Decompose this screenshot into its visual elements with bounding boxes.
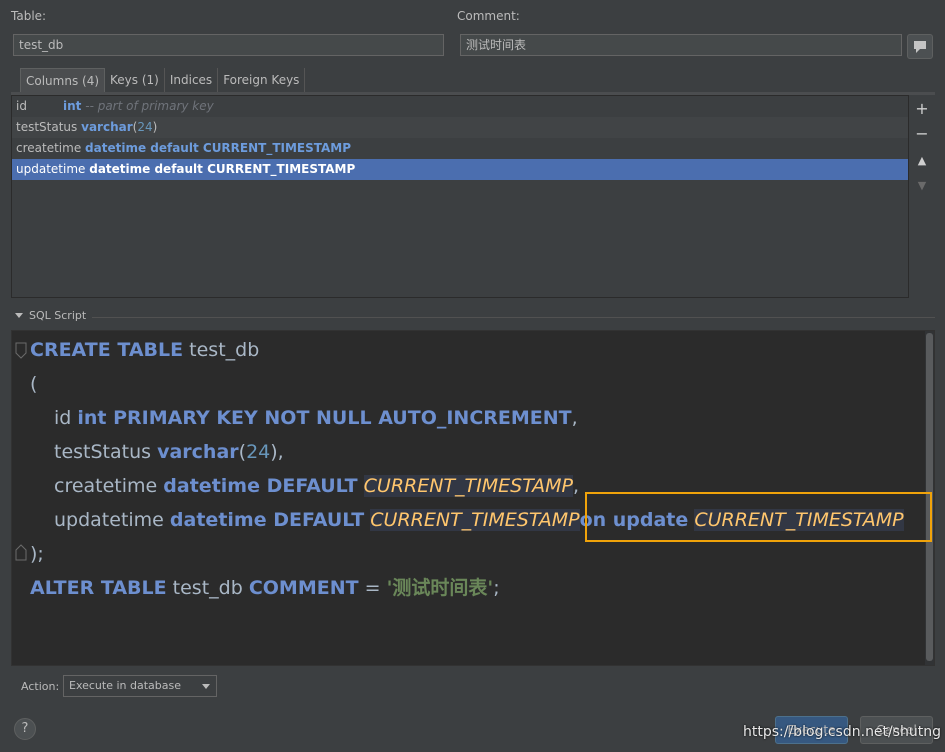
columns-list: id int -- part of primary key testStatus … <box>11 95 909 298</box>
column-row-updatetime[interactable]: updatetime datetime default CURRENT_TIME… <box>12 159 908 180</box>
comment-edit-button[interactable] <box>907 34 933 59</box>
tab-indices[interactable]: Indices <box>165 68 219 92</box>
sql-keyword: ALTER TABLE <box>30 577 167 599</box>
remove-column-button[interactable]: − <box>909 121 935 147</box>
action-value: Execute in database <box>69 679 182 692</box>
sql-col-name: id <box>54 407 72 429</box>
tab-bar: Columns (4) Keys (1) Indices Foreign Key… <box>20 68 306 93</box>
tab-foreign-keys[interactable]: Foreign Keys <box>218 68 306 92</box>
column-row-teststatus[interactable]: testStatus varchar(24) <box>12 117 908 138</box>
highlight-box <box>585 492 932 542</box>
column-hint: -- part of primary key <box>85 99 214 113</box>
fold-open-icon[interactable] <box>15 342 27 360</box>
sql-semicolon: ; <box>493 577 500 599</box>
sql-section-label: SQL Script <box>29 309 87 322</box>
sql-comma: , <box>571 407 578 429</box>
sql-table-name: test_db <box>189 339 260 361</box>
sql-line-3: id int PRIMARY KEY NOT NULL AUTO_INCREME… <box>54 401 578 435</box>
column-rparen: ) <box>152 120 158 134</box>
watermark-text: https://blog.csdn.net/shutng <box>743 724 942 740</box>
column-name: id <box>16 99 27 113</box>
section-divider <box>92 317 935 318</box>
sql-line-5: createtime datetime DEFAULT CURRENT_TIME… <box>54 469 579 503</box>
column-name: testStatus <box>16 120 78 134</box>
sql-keyword: COMMENT <box>248 577 359 599</box>
tab-columns[interactable]: Columns (4) <box>20 68 106 93</box>
sql-keyword: CREATE TABLE <box>30 339 184 361</box>
sql-line-4: testStatus varchar(24), <box>54 435 284 469</box>
action-select[interactable]: Execute in database <box>63 675 217 697</box>
sql-col-name: createtime <box>54 475 158 497</box>
sql-open-paren: ( <box>30 373 38 395</box>
column-name: createtime <box>16 141 82 155</box>
column-length: 24 <box>137 120 153 134</box>
column-type: int <box>63 99 82 113</box>
move-up-button[interactable]: ▲ <box>909 148 935 174</box>
sql-comma: , <box>572 475 579 497</box>
sql-table-name: test_db <box>172 577 243 599</box>
action-label: Action: <box>21 680 60 693</box>
comment-label: Comment: <box>457 9 520 23</box>
sql-function: CURRENT_TIMESTAMP <box>363 475 573 497</box>
sql-col-name: updatetime <box>54 509 164 531</box>
sql-equals: = <box>364 577 381 599</box>
sql-col-name: testStatus <box>54 441 152 463</box>
sql-section-header[interactable]: SQL Script <box>11 309 86 322</box>
sql-number: 24 <box>246 441 271 463</box>
chevron-down-icon <box>202 684 210 689</box>
sql-line-7: ); <box>30 537 44 571</box>
fold-close-icon[interactable] <box>15 543 27 561</box>
sql-rparen: ), <box>270 441 284 463</box>
sql-line-2: ( <box>30 367 37 401</box>
table-name-input[interactable]: test_db <box>13 34 444 56</box>
column-name: updatetime <box>16 162 86 176</box>
tab-keys[interactable]: Keys (1) <box>105 68 165 92</box>
sql-line-1: CREATE TABLE test_db <box>30 333 259 367</box>
add-column-button[interactable]: + <box>909 96 935 122</box>
table-label: Table: <box>11 9 47 23</box>
move-down-button[interactable]: ▼ <box>909 173 935 199</box>
sql-string: '测试时间表' <box>386 577 494 599</box>
sql-col-def: int PRIMARY KEY NOT NULL AUTO_INCREMENT <box>77 407 572 429</box>
column-row-createtime[interactable]: createtime datetime default CURRENT_TIME… <box>12 138 908 159</box>
sql-close: ); <box>30 543 44 565</box>
sql-col-def: datetime DEFAULT <box>169 509 365 531</box>
sql-col-type: varchar <box>157 441 239 463</box>
comment-icon <box>914 41 926 53</box>
sql-function: CURRENT_TIMESTAMP <box>370 509 580 531</box>
sql-line-8: ALTER TABLE test_db COMMENT = '测试时间表'; <box>30 571 500 605</box>
column-type: datetime default CURRENT_TIMESTAMP <box>85 141 352 155</box>
sql-col-def: datetime DEFAULT <box>163 475 358 497</box>
column-row-id[interactable]: id int -- part of primary key <box>12 96 908 117</box>
column-type: datetime default CURRENT_TIMESTAMP <box>89 162 356 176</box>
sql-lparen: ( <box>238 441 247 463</box>
help-button[interactable]: ? <box>14 718 36 740</box>
comment-input[interactable]: 测试时间表 <box>460 34 902 56</box>
collapse-arrow-icon <box>15 313 23 318</box>
column-type: varchar <box>81 120 133 134</box>
